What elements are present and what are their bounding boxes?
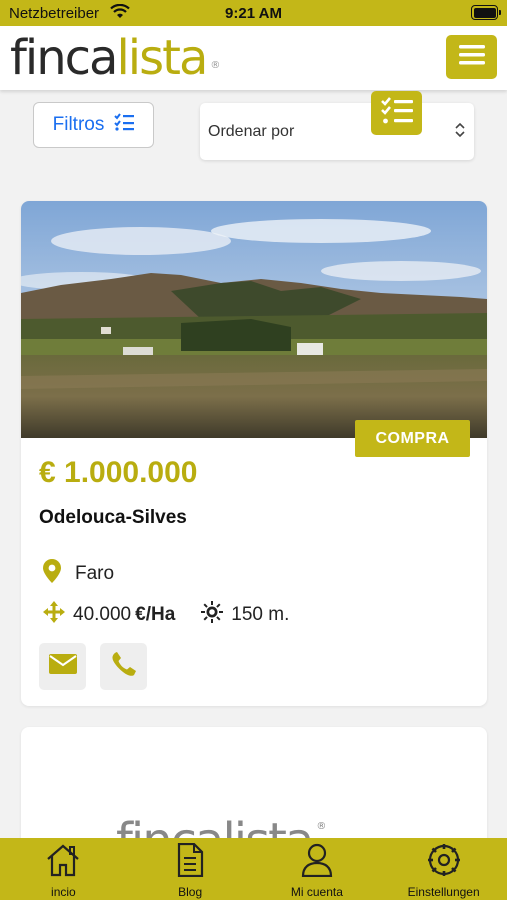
phone-icon — [111, 651, 137, 682]
location-row: Faro — [43, 559, 114, 589]
listing-title[interactable]: Odelouca-Silves — [39, 507, 187, 529]
filters-label: Filtros — [52, 114, 105, 135]
app-header: fincalista ® — [0, 26, 507, 90]
menu-button[interactable] — [446, 35, 497, 79]
checklist-icon — [380, 96, 413, 130]
tab-label: incio — [51, 885, 76, 899]
email-button[interactable] — [39, 643, 86, 690]
specs-row: 40.000 €/Ha 150 m. — [43, 601, 289, 629]
area-unit: €/Ha — [135, 604, 176, 625]
settings-icon — [427, 843, 461, 882]
home-icon — [45, 843, 81, 882]
filters-button[interactable]: Filtros — [33, 102, 154, 148]
registered-mark: ® — [210, 60, 221, 71]
listing-price: € 1.000.000 — [39, 456, 198, 489]
area-value: 40.000 — [73, 604, 132, 625]
tab-mi-cuenta[interactable]: Mi cuenta — [254, 838, 381, 900]
tab-einstellungen[interactable]: Einstellungen — [380, 838, 507, 900]
placeholder-registered-mark: ® — [316, 821, 326, 832]
listing-card[interactable]: COMPRA € 1.000.000 Odelouca-Silves Faro … — [21, 201, 487, 706]
location-label: Faro — [75, 563, 115, 584]
view-list-button[interactable] — [371, 91, 422, 135]
user-icon — [301, 843, 333, 882]
tab-label: Mi cuenta — [290, 885, 343, 899]
logo-text-part2: lista — [116, 30, 208, 86]
list-checks-icon — [114, 113, 135, 137]
sort-label: Ordenar por — [208, 123, 295, 140]
altitude-spec: 150 m. — [201, 601, 289, 629]
sun-icon — [201, 601, 224, 629]
bottom-tab-bar: incio Blog Mi cuenta Einstellungen — [0, 838, 507, 900]
status-bar: Netzbetreiber 9:21 AM — [0, 0, 507, 26]
property-photo[interactable] — [21, 201, 487, 438]
listing-type-badge: COMPRA — [355, 420, 470, 457]
hamburger-menu-icon — [458, 44, 485, 71]
battery-icon — [471, 5, 501, 20]
logo-text-part1: finca — [10, 30, 118, 86]
tab-inicio[interactable]: incio — [0, 838, 127, 900]
tab-label: Blog — [178, 885, 203, 899]
document-icon — [175, 842, 205, 882]
altitude-value: 150 m. — [231, 604, 290, 625]
clock-time: 9:21 AM — [225, 5, 282, 22]
tab-label: Einstellungen — [407, 885, 480, 899]
up-down-chevron-icon — [454, 122, 466, 143]
fincalista-logo[interactable]: fincalista ® — [10, 28, 220, 88]
area-spec: 40.000 €/Ha — [43, 601, 175, 629]
call-button[interactable] — [100, 643, 147, 690]
map-pin-icon — [43, 559, 61, 589]
envelope-icon — [48, 654, 77, 679]
tab-blog[interactable]: Blog — [127, 838, 254, 900]
sort-select[interactable]: Ordenar por — [200, 103, 474, 160]
move-arrows-icon — [43, 601, 65, 629]
